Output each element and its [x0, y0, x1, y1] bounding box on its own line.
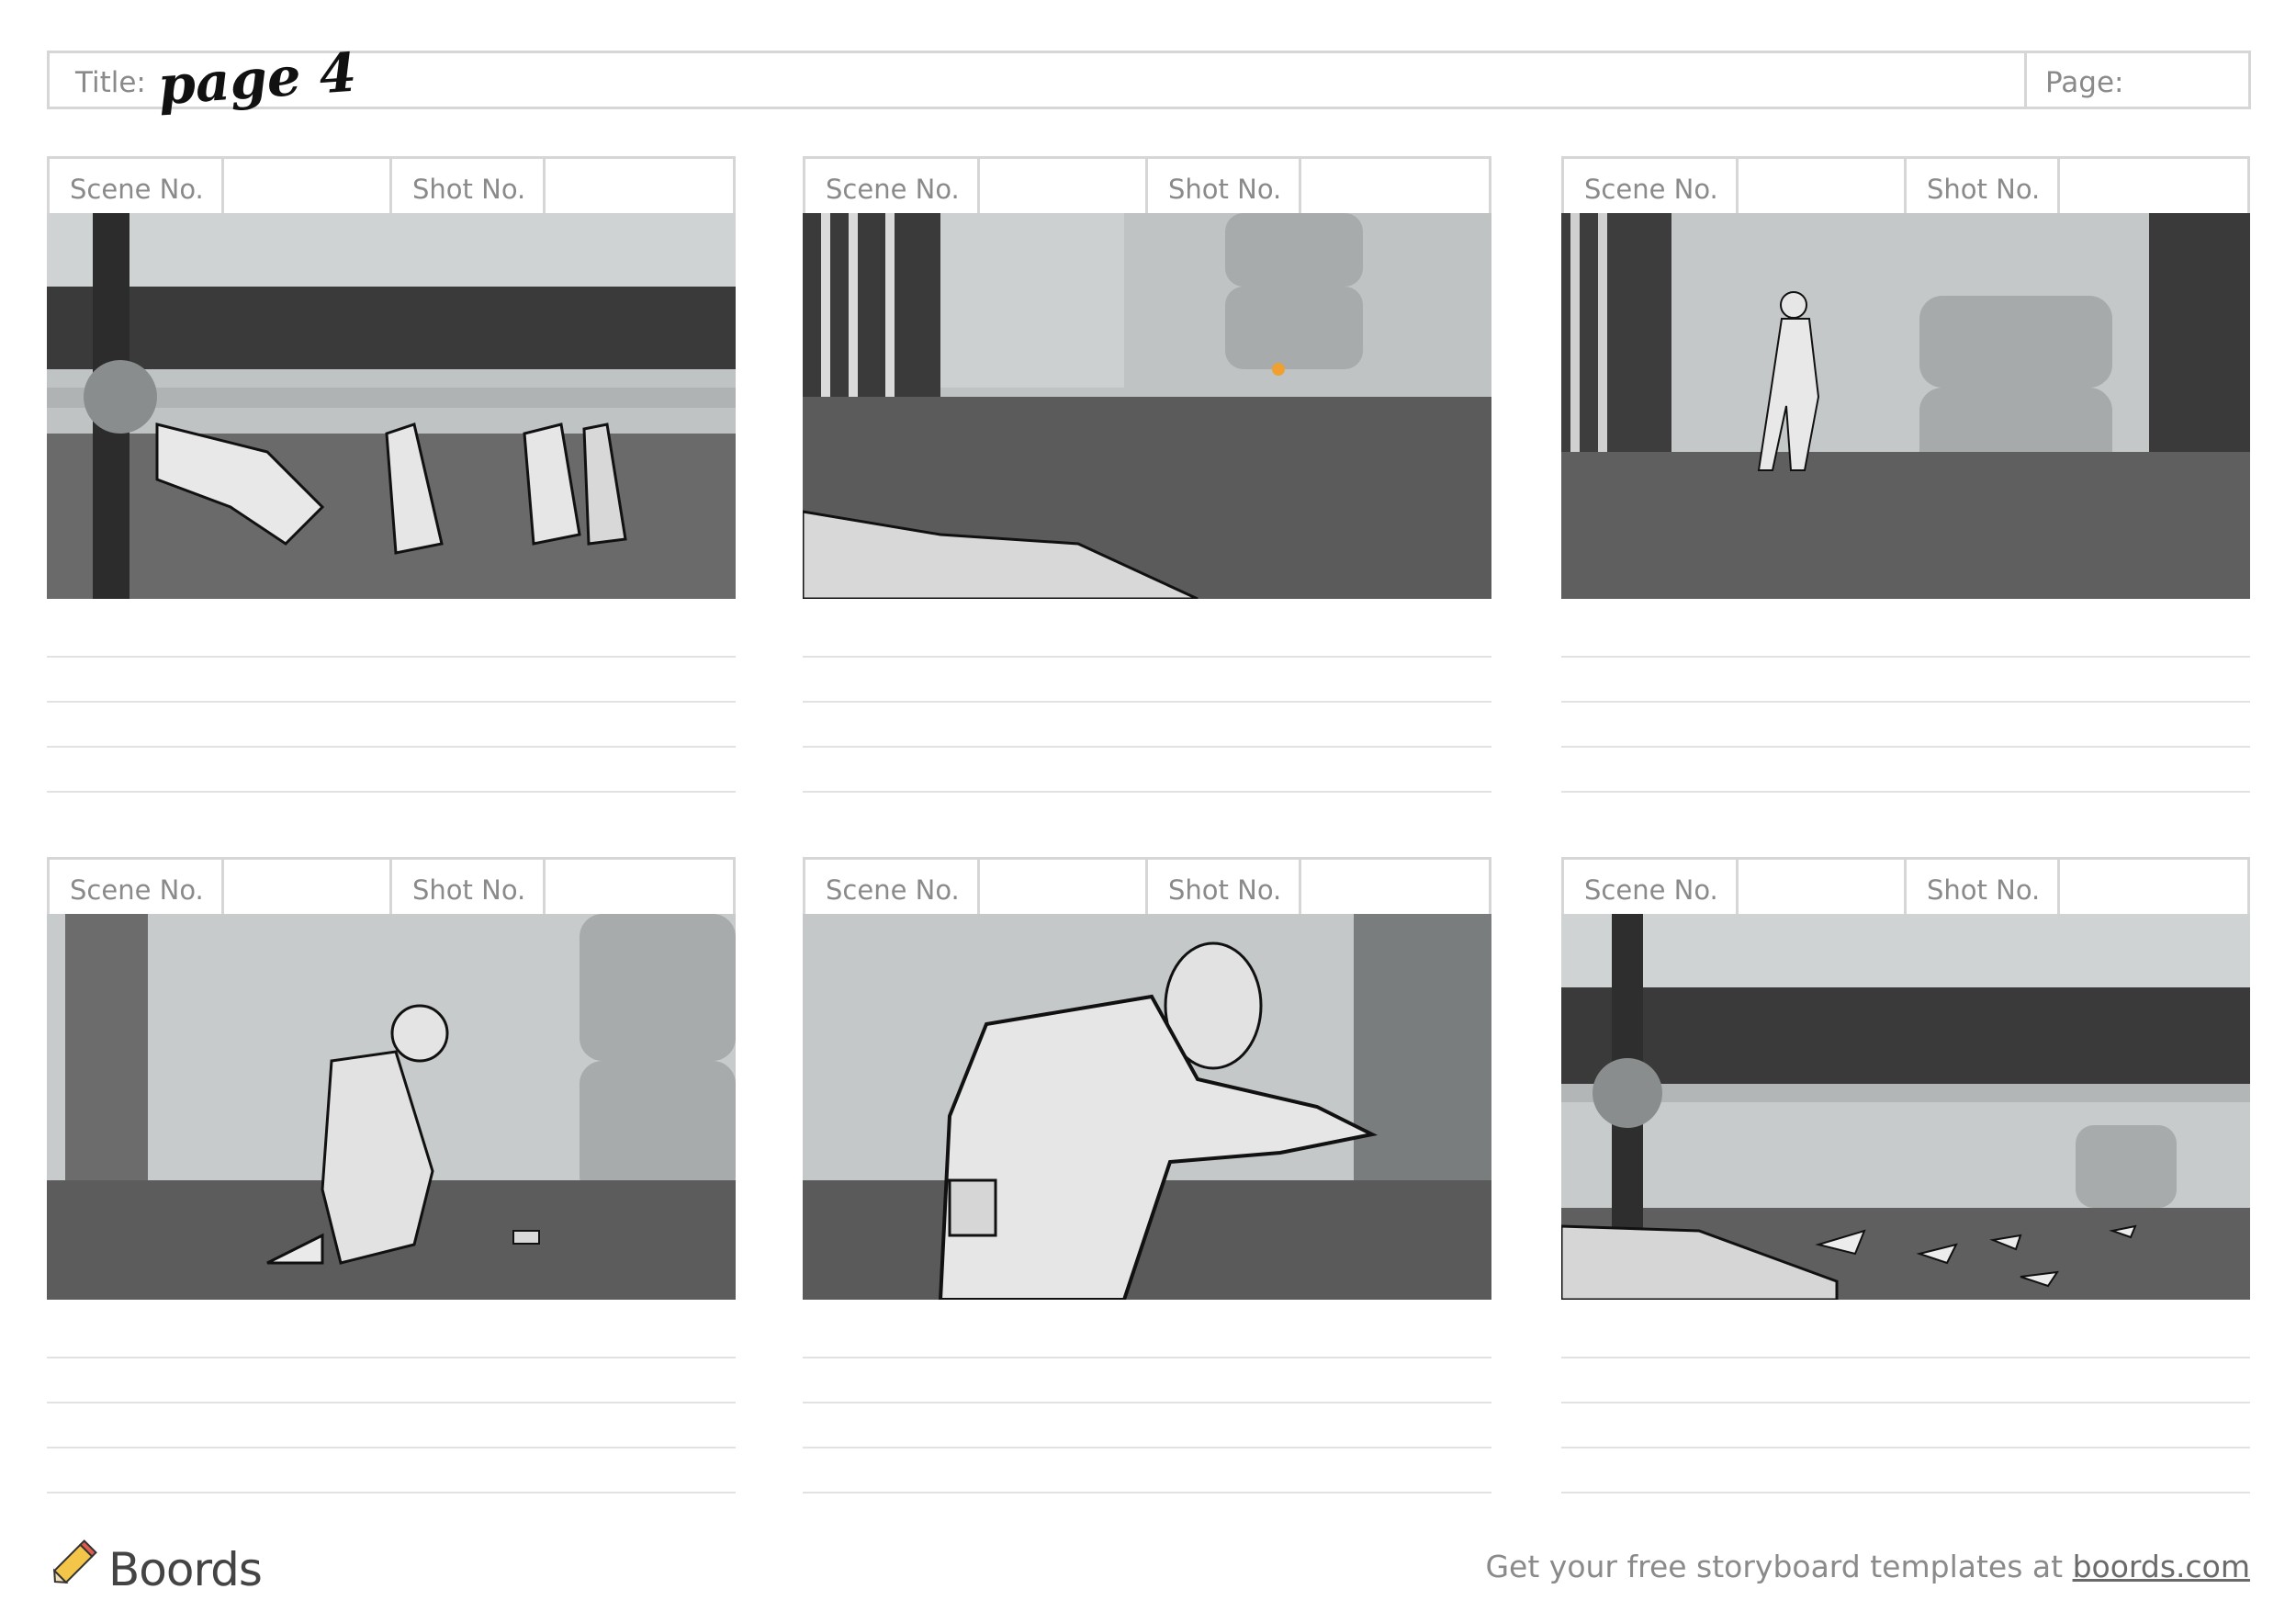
panel-frame: [47, 914, 736, 1300]
scene-number-field[interactable]: [980, 159, 1148, 213]
storyboard-panel-5: Scene No. Shot No.: [803, 857, 1491, 1493]
shot-label: Shot No.: [1907, 860, 2060, 914]
scene-label: Scene No.: [1564, 860, 1739, 914]
panel-frame: [1561, 213, 2250, 599]
title-handwritten[interactable]: page 4: [156, 41, 358, 118]
description-lines[interactable]: [1561, 1300, 2250, 1493]
shot-number-field[interactable]: [546, 860, 733, 914]
storyboard-panel-3: Scene No. Shot No.: [1561, 156, 2250, 793]
sketch-scattered-debris: [1561, 914, 2250, 1300]
page-divider: [2024, 53, 2027, 107]
scene-label: Scene No.: [50, 159, 224, 213]
shot-number-field[interactable]: [2060, 860, 2247, 914]
boords-link[interactable]: boords.com: [2073, 1549, 2250, 1584]
scene-number-field[interactable]: [224, 159, 392, 213]
panel-frame: [47, 213, 736, 599]
panel-frame: [803, 213, 1491, 599]
scene-label: Scene No.: [805, 860, 980, 914]
shot-label: Shot No.: [1148, 159, 1301, 213]
sketch-soldier-crouching: [47, 914, 736, 1300]
panel-frame: [1561, 914, 2250, 1300]
scene-label: Scene No.: [805, 159, 980, 213]
scene-label: Scene No.: [1564, 159, 1739, 213]
footer-note: Get your free storyboard templates at bo…: [1485, 1549, 2250, 1584]
description-lines[interactable]: [803, 599, 1491, 793]
panel-header: Scene No. Shot No.: [1561, 156, 2250, 213]
panel-frame: [803, 914, 1491, 1300]
sketch-rifle-foreground: [803, 213, 1491, 599]
shot-number-field[interactable]: [1301, 860, 1489, 914]
sketch-soldier-walking: [1561, 213, 2250, 599]
panel-header: Scene No. Shot No.: [1561, 857, 2250, 914]
scene-label: Scene No.: [50, 860, 224, 914]
panel-header: Scene No. Shot No.: [47, 857, 736, 914]
scene-number-field[interactable]: [1739, 159, 1907, 213]
scene-number-field[interactable]: [1739, 860, 1907, 914]
shot-label: Shot No.: [392, 159, 546, 213]
title-bar: Title: page 4 Page:: [47, 41, 2251, 117]
scene-number-field[interactable]: [980, 860, 1148, 914]
boords-logo[interactable]: Boords: [48, 1539, 263, 1596]
footer-note-text: Get your free storyboard templates at: [1485, 1549, 2064, 1584]
description-lines[interactable]: [803, 1300, 1491, 1493]
pencil-icon: [52, 1539, 97, 1584]
brand-name: Boords: [108, 1543, 263, 1596]
shot-number-field[interactable]: [1301, 159, 1489, 213]
description-lines[interactable]: [47, 599, 736, 793]
page-label: Page:: [2045, 66, 2124, 99]
panel-header: Scene No. Shot No.: [47, 156, 736, 213]
shot-label: Shot No.: [392, 860, 546, 914]
sketch-under-table: [47, 213, 736, 599]
storyboard-panel-6: Scene No. Shot No.: [1561, 857, 2250, 1493]
sketch-soldier-closeup: [803, 914, 1491, 1300]
panel-header: Scene No. Shot No.: [803, 156, 1491, 213]
scene-number-field[interactable]: [224, 860, 392, 914]
description-lines[interactable]: [1561, 599, 2250, 793]
shot-number-field[interactable]: [2060, 159, 2247, 213]
title-label: Title:: [75, 66, 146, 99]
shot-label: Shot No.: [1148, 860, 1301, 914]
storyboard-panel-1: Scene No. Shot No.: [47, 156, 736, 793]
storyboard-panel-2: Scene No. Shot No.: [803, 156, 1491, 793]
storyboard-panel-4: Scene No. Shot No.: [47, 857, 736, 1493]
shot-number-field[interactable]: [546, 159, 733, 213]
description-lines[interactable]: [47, 1300, 736, 1493]
shot-label: Shot No.: [1907, 159, 2060, 213]
panel-header: Scene No. Shot No.: [803, 857, 1491, 914]
